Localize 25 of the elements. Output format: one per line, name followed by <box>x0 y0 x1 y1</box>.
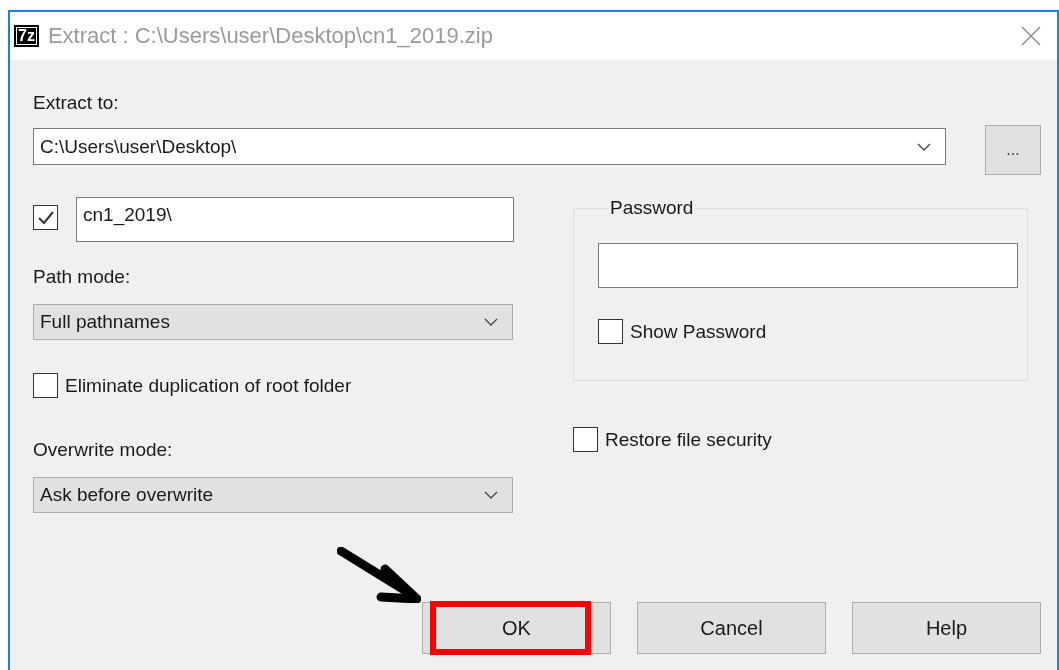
field-label: Path mode: <box>33 266 132 288</box>
password-field[interactable] <box>598 243 1018 288</box>
field-label: Overwrite mode: <box>33 439 174 461</box>
group-label: Password <box>609 197 695 219</box>
dialog-button[interactable]: Help <box>852 602 1041 654</box>
dropdown[interactable]: Ask before overwrite <box>33 477 513 513</box>
caret-icon <box>484 318 498 326</box>
close-icon[interactable] <box>1021 26 1041 46</box>
checkbox[interactable] <box>573 427 598 452</box>
dropdown[interactable]: Full pathnames <box>33 304 513 340</box>
dropdown[interactable]: C:\Users\user\Desktop\ <box>33 128 946 165</box>
field-label: Extract to: <box>33 92 120 114</box>
checkbox[interactable] <box>33 205 58 230</box>
browse-button[interactable]: ... <box>985 125 1041 175</box>
input-field[interactable]: cn1_2019\ <box>76 197 514 242</box>
window-title: Extract : C:\Users\user\Desktop\cn1_2019.zip <box>47 23 493 49</box>
dialog-button[interactable]: Cancel <box>637 602 826 654</box>
app-logo: 7z <box>14 25 39 47</box>
caret-icon <box>484 491 498 499</box>
checkbox-label: Show Password <box>630 320 767 343</box>
checkbox-label: Restore file security <box>605 428 772 451</box>
caret-icon <box>917 142 931 151</box>
checkbox-label: Eliminate duplication of root folder <box>65 374 352 397</box>
checkbox[interactable] <box>598 319 623 344</box>
checkbox[interactable] <box>33 373 58 398</box>
